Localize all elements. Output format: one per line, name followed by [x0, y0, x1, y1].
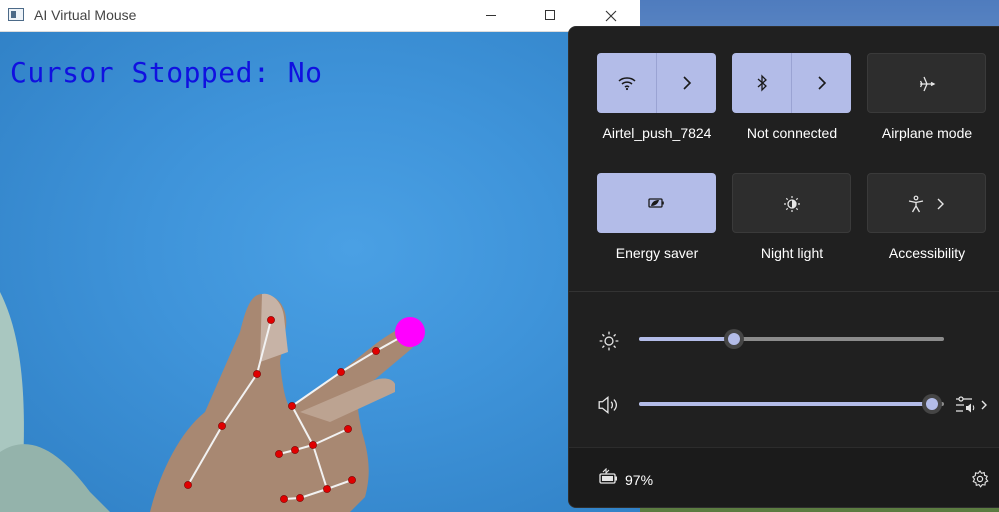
audio-output-select-icon[interactable] [953, 393, 991, 417]
title-bar[interactable]: AI Virtual Mouse [0, 0, 640, 32]
landmark-point [296, 494, 304, 502]
minimize-button[interactable] [468, 0, 514, 32]
brightness-icon [599, 331, 619, 351]
landmark-point [267, 316, 275, 324]
accessibility-expand-chevron-icon[interactable] [930, 194, 950, 214]
landmark-point [184, 481, 192, 489]
window-title: AI Virtual Mouse [34, 7, 137, 23]
night-light-tile[interactable] [732, 173, 851, 233]
brightness-slider-fill [639, 337, 734, 341]
bluetooth-expand-chevron-icon[interactable] [812, 73, 832, 93]
quick-settings-panel: Airtel_push_7824 Not connected Airplane … [568, 26, 999, 508]
cursor-status-text: Cursor Stopped: No [10, 56, 323, 89]
night-light-tile-label: Night light [760, 245, 824, 261]
volume-slider-thumb[interactable] [922, 394, 942, 414]
bluetooth-icon [757, 74, 767, 92]
night-light-icon [784, 196, 800, 212]
app-window-icon [8, 8, 24, 21]
landmark-point [218, 422, 226, 430]
wifi-tile-label: Airtel_push_7824 [602, 125, 712, 141]
brightness-slider-thumb[interactable] [724, 329, 744, 349]
battery-percentage: 97% [625, 472, 654, 488]
volume-icon[interactable] [597, 394, 621, 416]
airplane-mode-tile[interactable] [867, 53, 986, 113]
volume-slider-fill [639, 402, 932, 406]
landmark-point [309, 441, 317, 449]
person-arm [0, 444, 110, 512]
landmark-point [337, 368, 345, 376]
landmark-point [348, 476, 356, 484]
landmark-point [280, 495, 288, 503]
airplane-icon [919, 76, 936, 92]
landmark-point [372, 347, 380, 355]
airplane-mode-tile-label: Airplane mode [881, 125, 973, 141]
ai-virtual-mouse-window[interactable]: AI Virtual Mouse Cursor Stopped: No [0, 0, 640, 512]
index-fingertip-pointer [395, 317, 425, 347]
accessibility-tile-label: Accessibility [888, 245, 966, 261]
maximize-button[interactable] [528, 0, 574, 32]
brightness-slider[interactable] [639, 329, 944, 349]
energy-saver-tile-label: Energy saver [615, 245, 699, 261]
settings-gear-icon[interactable] [970, 469, 990, 489]
accessibility-tile[interactable] [867, 173, 986, 233]
battery-icon[interactable] [598, 468, 620, 488]
energy-saver-tile[interactable] [597, 173, 716, 233]
quick-settings-footer: 97% [569, 447, 999, 507]
wifi-icon [618, 77, 636, 91]
energy-saver-icon [648, 198, 664, 208]
wifi-expand-chevron-icon[interactable] [677, 73, 697, 93]
wifi-tile[interactable] [597, 53, 716, 113]
volume-slider[interactable] [639, 394, 944, 414]
hand-tracking-view [0, 292, 425, 512]
landmark-point [323, 485, 331, 493]
landmark-point [253, 370, 261, 378]
panel-divider [569, 291, 999, 292]
bluetooth-tile-label: Not connected [746, 125, 838, 141]
landmark-point [291, 446, 299, 454]
landmark-point [344, 425, 352, 433]
landmark-point [288, 402, 296, 410]
accessibility-icon [908, 195, 924, 213]
bluetooth-tile[interactable] [732, 53, 851, 113]
camera-feed: Cursor Stopped: No [0, 32, 640, 512]
landmark-point [275, 450, 283, 458]
close-icon [605, 10, 617, 22]
